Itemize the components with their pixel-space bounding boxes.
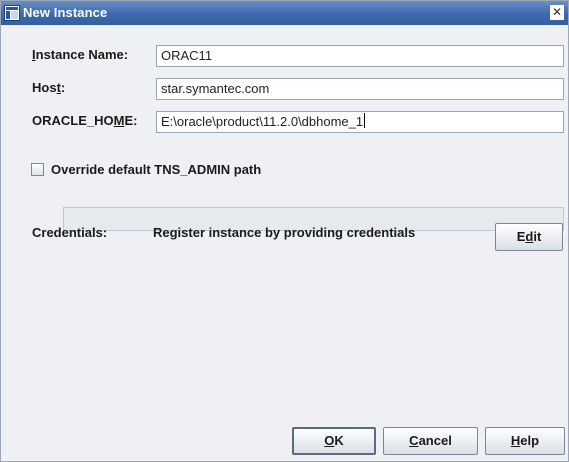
instance-name-value: ORAC11 <box>161 48 213 63</box>
edit-credentials-button[interactable]: Edit <box>495 223 563 251</box>
dialog-body: Instance Name: ORAC11 Host: star.symante… <box>1 25 568 461</box>
override-tns-admin-checkbox[interactable] <box>31 163 44 176</box>
app-window-icon <box>4 5 20 21</box>
host-label: Host: <box>32 80 66 95</box>
credentials-status-text: Register instance by providing credentia… <box>153 225 416 240</box>
oracle-home-label: ORACLE_HOME: <box>32 113 138 128</box>
title-bar[interactable]: New Instance ✕ <box>1 1 568 25</box>
text-cursor <box>364 113 366 128</box>
help-button[interactable]: Help <box>485 427 565 455</box>
cancel-button[interactable]: Cancel <box>383 427 478 455</box>
window-title: New Instance <box>23 5 108 20</box>
host-value: star.symantec.com <box>161 81 270 96</box>
oracle-home-field[interactable]: E:\oracle\product\11.2.0\dbhome_1 <box>156 111 564 133</box>
instance-name-label: Instance Name: <box>32 47 129 62</box>
ok-button[interactable]: OK <box>292 427 376 455</box>
host-field[interactable]: star.symantec.com <box>156 78 564 100</box>
credentials-label: Credentials: <box>32 225 108 240</box>
override-tns-admin-label: Override default TNS_ADMIN path <box>51 162 262 177</box>
instance-name-field[interactable]: ORAC11 <box>156 45 564 67</box>
new-instance-dialog: New Instance ✕ Instance Name: ORAC11 Hos… <box>0 0 569 462</box>
close-icon[interactable]: ✕ <box>550 5 564 20</box>
oracle-home-value: E:\oracle\product\11.2.0\dbhome_1 <box>161 114 364 129</box>
